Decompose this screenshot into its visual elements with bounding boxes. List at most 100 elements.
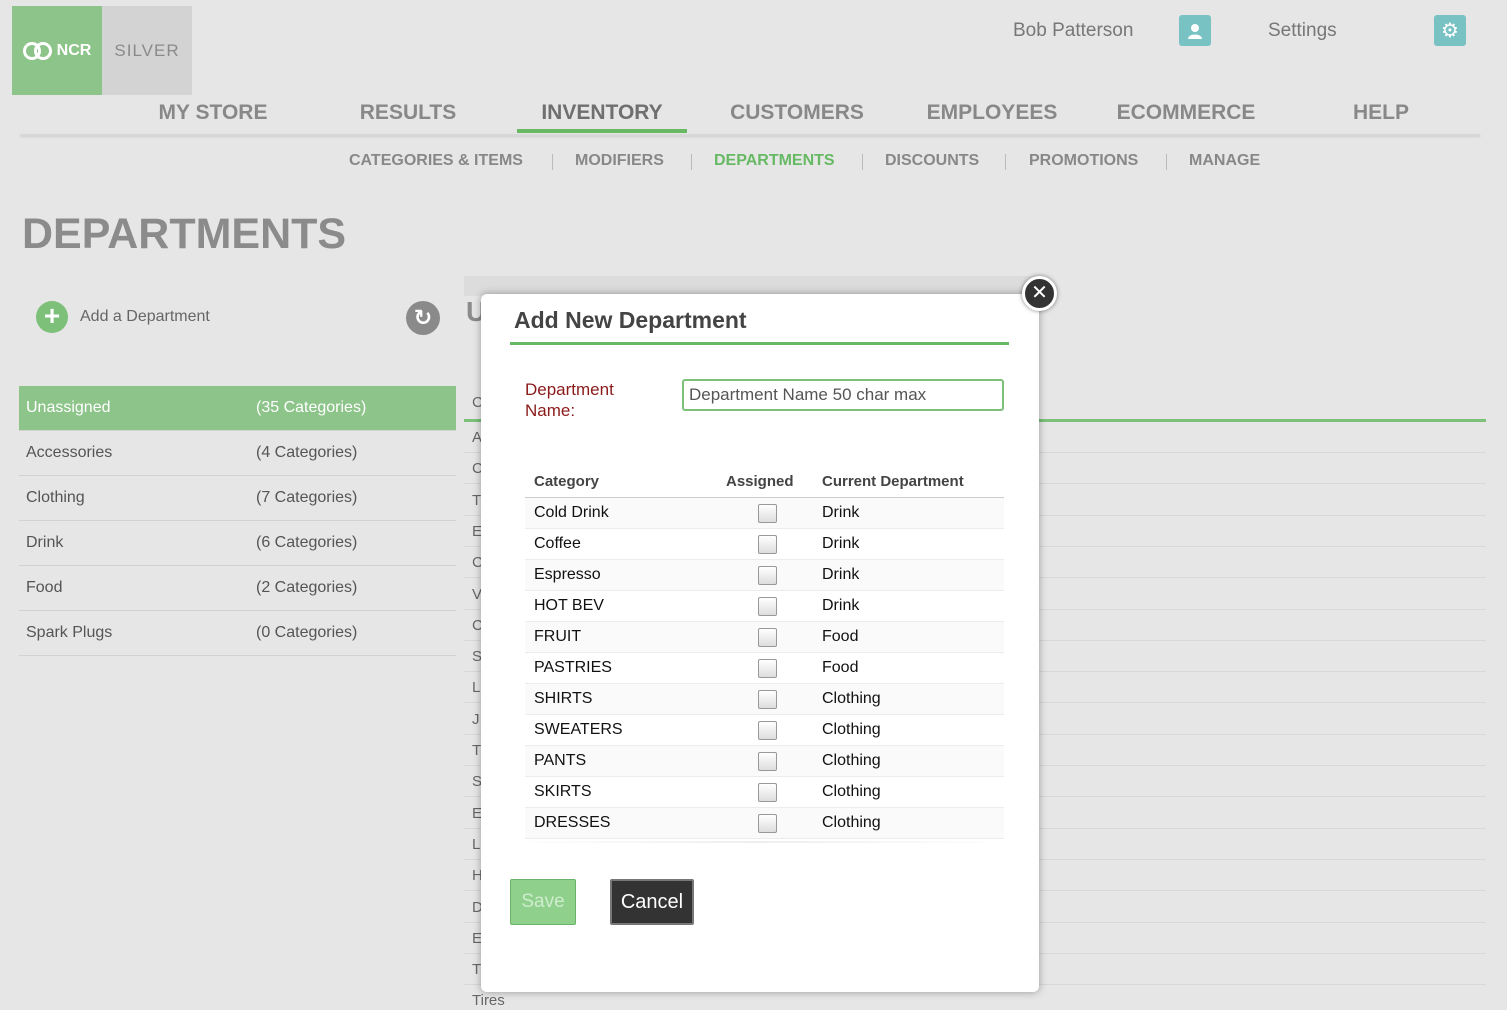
assigned-checkbox[interactable]	[758, 627, 777, 647]
cancel-button[interactable]: Cancel	[610, 879, 694, 925]
department-name: Clothing	[26, 489, 85, 506]
department-name: Drink	[26, 534, 64, 551]
department-row-unassigned[interactable]: Unassigned (35 Categories)	[19, 386, 456, 431]
modal-title-rule	[510, 342, 1009, 345]
ncr-rings-icon	[22, 41, 53, 60]
save-button[interactable]: Save	[510, 879, 576, 925]
category-name: PASTRIES	[534, 659, 612, 676]
assigned-cell	[715, 503, 820, 523]
main-nav: MY STORE RESULTS INVENTORY CUSTOMERS EMP…	[115, 100, 1477, 136]
assigned-cell	[715, 813, 820, 833]
assigned-checkbox[interactable]	[758, 534, 777, 554]
add-department-label[interactable]: Add a Department	[80, 308, 210, 326]
nav-inventory[interactable]: INVENTORY	[517, 100, 687, 133]
add-department-modal: Add New Department Department Name: Cate…	[481, 294, 1039, 992]
silver-logo-text: SILVER	[114, 40, 180, 60]
gear-icon[interactable]: ⚙	[1434, 15, 1466, 46]
nav-help[interactable]: HELP	[1296, 100, 1466, 133]
list-item-text: T	[472, 491, 482, 509]
subnav-departments[interactable]: DEPARTMENTS	[714, 152, 835, 170]
list-item-text: L	[472, 835, 481, 853]
panel-top-bar	[464, 276, 1039, 296]
silver-logo: SILVER	[102, 6, 192, 95]
assigned-cell	[715, 627, 820, 647]
subnav-manage[interactable]: MANAGE	[1189, 152, 1260, 170]
table-row: PASTRIES Food	[525, 653, 1004, 684]
user-name-link[interactable]: Bob Patterson	[1013, 20, 1133, 42]
subnav-separator	[1166, 154, 1167, 170]
subnav-separator	[552, 154, 553, 170]
assigned-cell	[715, 782, 820, 802]
current-department: Drink	[822, 504, 860, 521]
list-item-text: T	[472, 961, 482, 979]
current-department: Drink	[822, 535, 860, 552]
subnav-modifiers[interactable]: MODIFIERS	[575, 152, 664, 170]
table-row: Cold Drink Drink	[525, 498, 1004, 529]
table-row: FRUIT Food	[525, 622, 1004, 653]
department-row-clothing[interactable]: Clothing (7 Categories)	[19, 476, 456, 521]
department-count: (35 Categories)	[256, 399, 367, 416]
table-row: SHIRTS Clothing	[525, 684, 1004, 715]
close-icon[interactable]: ✕	[1022, 276, 1057, 311]
department-row-accessories[interactable]: Accessories (4 Categories)	[19, 431, 456, 476]
nav-results[interactable]: RESULTS	[323, 100, 493, 133]
subnav-categories-items[interactable]: CATEGORIES & ITEMS	[349, 152, 523, 170]
category-name: DRESSES	[534, 814, 611, 831]
current-department: Food	[822, 628, 859, 645]
department-row-drink[interactable]: Drink (6 Categories)	[19, 521, 456, 566]
assigned-cell	[715, 596, 820, 616]
category-name: SKIRTS	[534, 783, 592, 800]
department-row-spark-plugs[interactable]: Spark Plugs (0 Categories)	[19, 611, 456, 656]
department-list: Unassigned (35 Categories) Accessories (…	[19, 386, 456, 656]
assigned-checkbox[interactable]	[758, 658, 777, 678]
current-department: Drink	[822, 597, 860, 614]
ncr-logo-text: NCR	[56, 41, 92, 59]
category-name: Coffee	[534, 535, 581, 552]
column-header-assigned: Assigned	[726, 473, 794, 490]
category-table: Category Assigned Current Department Col…	[525, 466, 1004, 839]
list-item-text: L	[472, 679, 481, 697]
department-row-food[interactable]: Food (2 Categories)	[19, 566, 456, 611]
assigned-checkbox[interactable]	[758, 813, 777, 833]
assigned-cell	[715, 751, 820, 771]
refresh-icon[interactable]: ↻	[406, 301, 440, 335]
table-row: HOT BEV Drink	[525, 591, 1004, 622]
department-count: (2 Categories)	[256, 579, 358, 596]
category-name: SHIRTS	[534, 690, 593, 707]
assigned-cell	[715, 658, 820, 678]
subnav-separator	[691, 154, 692, 170]
assigned-checkbox[interactable]	[758, 751, 777, 771]
category-name: Espresso	[534, 566, 601, 583]
assigned-checkbox[interactable]	[758, 596, 777, 616]
user-glyph	[1188, 23, 1202, 39]
add-department-button[interactable]: + Add a Department	[36, 301, 210, 333]
assigned-checkbox[interactable]	[758, 503, 777, 523]
modal-title: Add New Department	[514, 307, 747, 333]
department-name-input[interactable]	[682, 379, 1004, 411]
assigned-checkbox[interactable]	[758, 689, 777, 709]
subnav-discounts[interactable]: DISCOUNTS	[885, 152, 979, 170]
assigned-checkbox[interactable]	[758, 720, 777, 740]
logo[interactable]: NCR SILVER	[12, 6, 192, 95]
table-row: PANTS Clothing	[525, 746, 1004, 777]
list-item-text: Tires	[472, 992, 505, 1010]
plus-circle-icon[interactable]: +	[36, 301, 68, 333]
settings-link[interactable]: Settings	[1268, 20, 1337, 42]
assigned-checkbox[interactable]	[758, 565, 777, 585]
assigned-checkbox[interactable]	[758, 782, 777, 802]
department-count: (7 Categories)	[256, 489, 358, 506]
current-department: Clothing	[822, 783, 881, 800]
subnav-promotions[interactable]: PROMOTIONS	[1029, 152, 1138, 170]
user-icon[interactable]	[1179, 15, 1211, 46]
nav-customers[interactable]: CUSTOMERS	[712, 100, 882, 133]
category-rows: Cold Drink Drink Coffee Drink Espresso Drink H…	[525, 498, 1004, 839]
nav-employees[interactable]: EMPLOYEES	[907, 100, 1077, 133]
assigned-cell	[715, 534, 820, 554]
department-count: (0 Categories)	[256, 624, 358, 641]
department-count: (4 Categories)	[256, 444, 358, 461]
nav-my-store[interactable]: MY STORE	[128, 100, 298, 133]
category-name: HOT BEV	[534, 597, 604, 614]
nav-ecommerce[interactable]: ECOMMERCE	[1101, 100, 1271, 133]
subnav-separator	[862, 154, 863, 170]
page-title: DEPARTMENTS	[22, 210, 347, 258]
